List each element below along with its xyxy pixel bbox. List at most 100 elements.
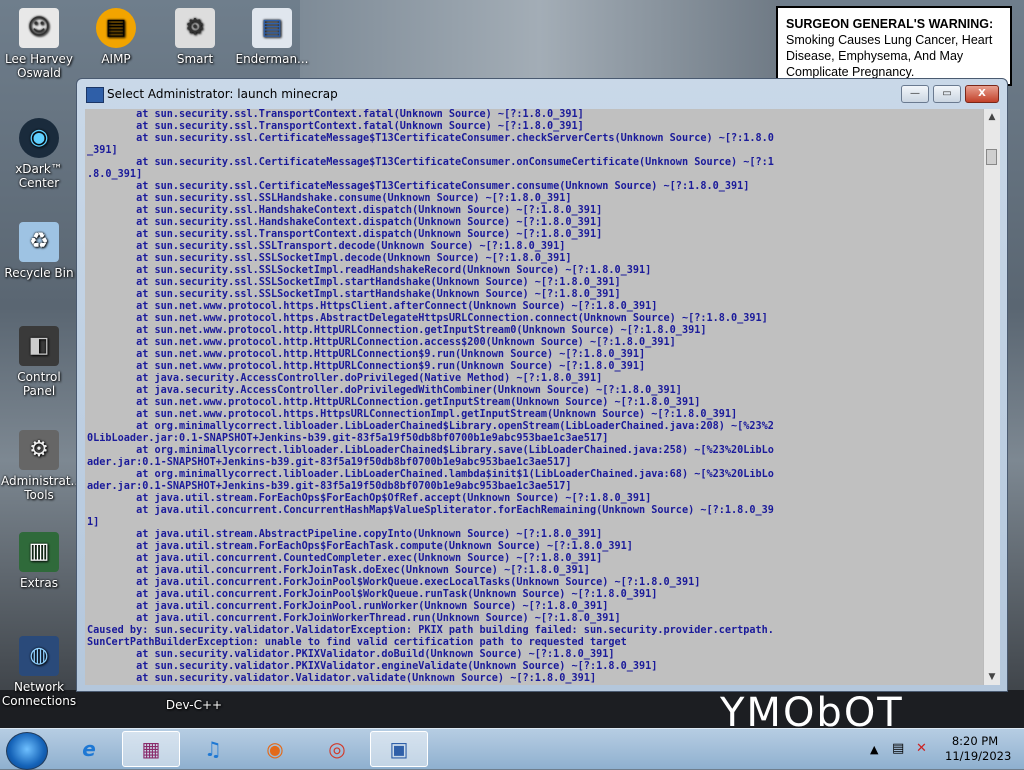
winrar-icon[interactable]: ▦ — [122, 731, 180, 767]
console-line: at java.util.stream.ForEachOps$ForEachTa… — [87, 541, 633, 552]
console-line: at sun.security.ssl.HandshakeContext.dis… — [87, 217, 603, 228]
desktop-icon-control-panel[interactable]: ◧ Control Panel — [1, 326, 77, 398]
network-status-icon[interactable]: ▤ — [892, 741, 904, 756]
desktop-icon-network[interactable]: ◍ Network Connections — [1, 636, 77, 708]
warning-heading: SURGEON GENERAL'S WARNING: — [786, 17, 994, 31]
desktop-icon-aimp[interactable]: ▤ AIMP — [78, 8, 154, 66]
xdark-icon: ◉ — [19, 118, 59, 158]
surgeon-general-warning: SURGEON GENERAL'S WARNING: Smoking Cause… — [776, 6, 1012, 86]
desktop-icon-extras[interactable]: ▥ Extras — [1, 532, 77, 590]
desktop-icon-label: Administrat... Tools — [1, 474, 82, 502]
console-line: ader.jar:0.1-SNAPSHOT+Jenkins-b39.git-83… — [87, 481, 572, 492]
console-line: at sun.net.www.protocol.http.HttpURLConn… — [87, 349, 646, 360]
network-icon: ◍ — [19, 636, 59, 676]
desktop-icon-enderman[interactable]: ▤ Enderman... — [234, 8, 310, 66]
desktop-icon-label: AIMP — [101, 52, 131, 66]
console-line: .8.0_391] — [87, 169, 143, 180]
window-title: Select Administrator: launch minecrap — [107, 87, 338, 101]
console-line: _391] — [87, 145, 118, 156]
firefox-icon[interactable]: ◉ — [246, 731, 304, 767]
console-output[interactable]: at sun.security.ssl.TransportContext.fat… — [85, 109, 983, 685]
console-line: at sun.security.validator.Validator.vali… — [87, 673, 597, 684]
console-line: at java.util.concurrent.CountedCompleter… — [87, 553, 603, 564]
volume-muted-icon[interactable]: ✕ — [916, 741, 927, 756]
console-line: at sun.security.ssl.CertificateMessage$T… — [87, 133, 774, 144]
desktop-icon-label: Recycle Bin — [4, 266, 74, 280]
aimp-icon: ▤ — [96, 8, 136, 48]
console-line: at java.util.stream.AbstractPipeline.cop… — [87, 529, 603, 540]
console-line: at java.util.concurrent.ForkJoinPool$Wor… — [87, 577, 701, 588]
desktop-icon-label: Dev-C++ — [165, 698, 223, 712]
console-line: at sun.net.www.protocol.https.HttpsClien… — [87, 301, 658, 312]
console-line: at sun.security.ssl.TransportContext.dis… — [87, 229, 603, 240]
desktop-icon-label: Network Connections — [1, 680, 77, 708]
console-line: at sun.security.ssl.SSLSocketImpl.decode… — [87, 253, 572, 264]
console-line: at sun.security.validator.PKIXValidator.… — [87, 661, 658, 672]
window-titlebar[interactable]: Select Administrator: launch minecrap — … — [77, 79, 1007, 109]
console-taskbar-icon[interactable]: ▣ — [370, 731, 428, 767]
person-icon: ☺ — [19, 8, 59, 48]
scroll-up-arrow-icon[interactable]: ▲ — [984, 109, 1000, 125]
console-line: at java.util.concurrent.ForkJoinWorkerTh… — [87, 613, 621, 624]
console-line: at sun.net.www.protocol.https.AbstractDe… — [87, 313, 768, 324]
desktop-icon-label: xDark™ Center — [15, 162, 63, 190]
warning-body: Smoking Causes Lung Cancer, Heart Diseas… — [786, 33, 993, 79]
console-line: at java.util.stream.ForEachOps$ForEachOp… — [87, 493, 652, 504]
recycle-bin-icon: ♻ — [19, 222, 59, 262]
clock-date: 11/19/2023 — [945, 749, 1012, 763]
start-button[interactable] — [6, 732, 48, 770]
console-line: 0LibLoader.jar:0.1-SNAPSHOT+Jenkins-b39.… — [87, 433, 609, 444]
console-line: at sun.security.ssl.SSLHandshake.consume… — [87, 193, 572, 204]
desktop-icon-xdark[interactable]: ◉ xDark™ Center — [1, 118, 77, 190]
scroll-down-arrow-icon[interactable]: ▼ — [984, 669, 1000, 685]
console-text: at sun.security.ssl.TransportContext.fat… — [85, 109, 983, 685]
console-line: at java.util.concurrent.ConcurrentHashMa… — [87, 505, 774, 516]
console-line: at sun.security.validator.PKIXValidator.… — [87, 649, 615, 660]
admin-tools-icon: ⚙ — [19, 430, 59, 470]
console-line: 1] — [87, 517, 100, 528]
console-line: ader.jar:0.1-SNAPSHOT+Jenkins-b39.git-83… — [87, 457, 572, 468]
console-line: at sun.security.ssl.HandshakeContext.dis… — [87, 205, 603, 216]
chrome-icon[interactable]: ◎ — [308, 731, 366, 767]
console-line: at sun.security.ssl.SSLSocketImpl.startH… — [87, 289, 621, 300]
console-line: at org.minimallycorrect.libloader.LibLoa… — [87, 469, 774, 480]
console-line: at sun.security.ssl.CertificateMessage$T… — [87, 181, 750, 192]
wallpaper-buildings — [300, 0, 780, 90]
console-line: at java.util.concurrent.ForkJoinTask.doE… — [87, 565, 590, 576]
console-line: at org.minimallycorrect.libloader.LibLoa… — [87, 445, 774, 456]
internet-explorer-icon[interactable]: e — [60, 731, 118, 767]
console-line: at java.security.AccessController.doPriv… — [87, 373, 603, 384]
taskbar-clock[interactable]: 8:20 PM 11/19/2023 — [945, 734, 1012, 764]
console-line: at sun.security.ssl.SSLTransport.decode(… — [87, 241, 566, 252]
desktop-icon-label: Lee Harvey Oswald — [5, 52, 73, 80]
desktop-icon-admin-tools[interactable]: ⚙ Administrat... Tools — [1, 430, 82, 502]
desktop-icon-recycle-bin[interactable]: ♻ Recycle Bin — [1, 222, 77, 280]
console-line: at java.util.concurrent.ForkJoinPool.run… — [87, 601, 609, 612]
console-line: at java.security.AccessController.doPriv… — [87, 385, 682, 396]
maximize-button[interactable]: ▭ — [933, 85, 961, 103]
clock-time: 8:20 PM — [951, 734, 999, 748]
console-line: at sun.security.ssl.CertificateMessage$T… — [87, 157, 774, 168]
extras-icon: ▥ — [19, 532, 59, 572]
smart-icon: ⚙ — [175, 8, 215, 48]
console-line: at sun.net.www.protocol.http.HttpURLConn… — [87, 325, 707, 336]
console-line: at sun.net.www.protocol.https.HttpsURLCo… — [87, 409, 738, 420]
itunes-icon[interactable]: ♫ — [184, 731, 242, 767]
console-window[interactable]: Select Administrator: launch minecrap — … — [76, 78, 1008, 692]
desktop-icon-label: Control Panel — [17, 370, 61, 398]
show-hidden-icons-icon[interactable]: ▲ — [870, 743, 878, 756]
console-line: at sun.net.www.protocol.http.HttpURLConn… — [87, 361, 646, 372]
console-line: at sun.security.ssl.SSLSocketImpl.startH… — [87, 277, 621, 288]
control-panel-icon: ◧ — [19, 326, 59, 366]
desktop-icon-label: Extras — [20, 576, 58, 590]
minimize-button[interactable]: — — [901, 85, 929, 103]
desktop-icon-oswald[interactable]: ☺ Lee Harvey Oswald — [1, 8, 77, 80]
vertical-scrollbar[interactable]: ▲ ▼ — [983, 109, 1000, 685]
desktop-icon-smart[interactable]: ⚙ Smart — [157, 8, 233, 66]
console-line: at sun.security.ssl.SSLSocketImpl.readHa… — [87, 265, 652, 276]
console-line: at org.minimallycorrect.libloader.LibLoa… — [87, 421, 774, 432]
close-button[interactable]: X — [965, 85, 999, 103]
console-line: at sun.net.www.protocol.http.HttpURLConn… — [87, 397, 701, 408]
desktop-icon-devcpp[interactable]: Dev-C++ — [156, 698, 232, 712]
scrollbar-thumb[interactable] — [986, 149, 997, 165]
